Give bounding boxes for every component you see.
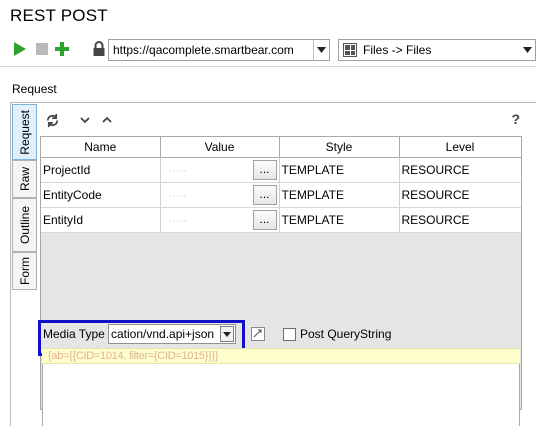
post-querystring-checkbox[interactable] [283,328,296,341]
help-icon[interactable]: ? [511,111,520,127]
request-body-editor[interactable] [42,364,520,426]
refresh-icon[interactable] [44,112,60,128]
request-body-current-line[interactable]: {ab={{CID=1014, filter={CID=1015}}}} [42,348,520,364]
edit-value-button[interactable]: ... [252,159,277,180]
request-body-text[interactable]: {ab={{CID=1014, filter={CID=1015}}}} [48,350,219,362]
resource-icon [343,43,357,57]
table-header: Name Value Style Level [41,137,521,158]
add-icon[interactable] [53,40,71,58]
tab-form[interactable]: Form [12,252,37,290]
params-toolbar: ? [38,104,522,136]
param-name[interactable]: ProjectId [41,157,161,183]
param-value[interactable]: ····· [163,215,187,227]
param-value-cell[interactable]: ····· ... [160,157,280,183]
param-level[interactable]: RESOURCE [399,157,521,183]
window-title: REST POST [10,6,108,25]
column-header-name[interactable]: Name [41,137,161,158]
param-level[interactable]: RESOURCE [399,182,521,208]
tab-outline[interactable]: Outline [12,198,37,252]
request-panel-label: Request [12,82,57,96]
param-value-cell[interactable]: ····· ... [160,182,280,208]
param-name[interactable]: EntityId [41,207,161,233]
post-querystring-label[interactable]: Post QueryString [300,327,391,341]
param-value-cell[interactable]: ····· ... [160,207,280,233]
stop-icon[interactable] [33,40,51,58]
method-selector[interactable]: Files -> Files [338,39,536,61]
request-content: ? Name Value Style Level ProjectId ····· [38,104,536,426]
param-value[interactable]: ····· [163,190,187,202]
play-icon[interactable] [11,40,29,58]
url-combobox[interactable]: https://qacomplete.smartbear.com [108,39,330,61]
toolbar-divider [0,66,536,67]
tab-request[interactable]: Request [12,104,37,160]
tab-raw[interactable]: Raw [12,160,37,198]
table-row[interactable]: ProjectId ····· ... TEMPLATE RESOURCE [41,157,521,183]
column-header-level[interactable]: Level [399,137,521,158]
edit-value-button[interactable]: ... [252,184,277,205]
method-label: Files -> Files [363,43,432,57]
move-up-icon[interactable] [99,112,115,128]
table-row[interactable]: EntityCode ····· ... TEMPLATE RESOURCE [41,182,521,208]
column-header-style[interactable]: Style [279,137,400,158]
param-style[interactable]: TEMPLATE [279,182,400,208]
table-row[interactable]: EntityId ····· ... TEMPLATE RESOURCE [41,207,521,233]
edit-value-button[interactable]: ... [252,209,277,230]
lock-icon[interactable] [90,40,108,58]
param-style[interactable]: TEMPLATE [279,207,400,233]
media-type-option-icon[interactable] [251,327,265,341]
column-header-value[interactable]: Value [160,137,280,158]
url-input[interactable]: https://qacomplete.smartbear.com [109,43,313,57]
param-name[interactable]: EntityCode [41,182,161,208]
param-value[interactable]: ····· [163,165,187,177]
move-down-icon[interactable] [77,112,93,128]
method-dropdown-icon[interactable] [519,40,535,60]
url-dropdown-icon[interactable] [313,40,329,60]
param-level[interactable]: RESOURCE [399,207,521,233]
param-style[interactable]: TEMPLATE [279,157,400,183]
request-toolbar: https://qacomplete.smartbear.com Files -… [0,36,536,62]
